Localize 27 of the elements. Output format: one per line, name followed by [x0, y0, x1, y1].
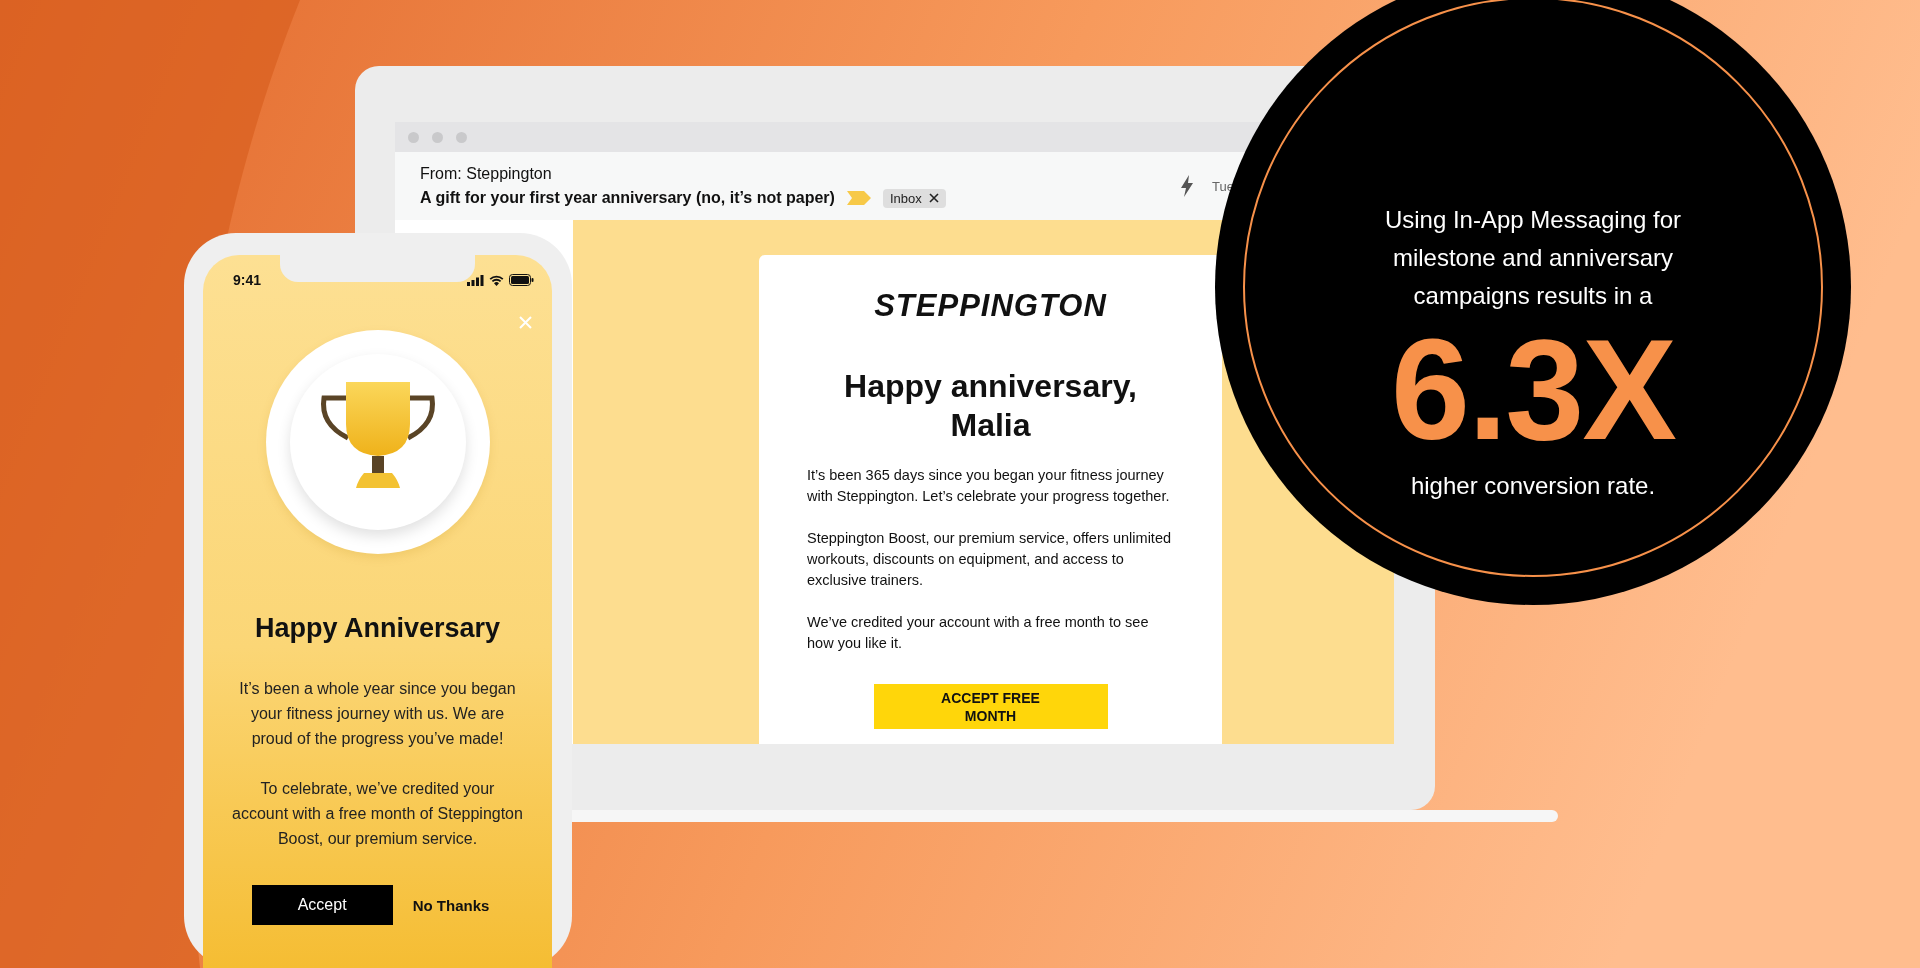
stat-figure: 6.3X — [1390, 325, 1676, 455]
email-sender: From: Steppington — [420, 164, 553, 183]
email-heading: Happy anniversary, Malia — [843, 367, 1138, 445]
email-paragraph: We’ve credited your account with a free month to see how you like it. — [807, 613, 1150, 653]
email-subject: A gift for your first year anniversary (no, it’s not paper) — [420, 189, 835, 207]
window-dot-icon — [456, 131, 467, 143]
importance-marker-icon — [846, 191, 871, 205]
window-dot-icon — [408, 131, 419, 143]
lightning-icon[interactable] — [1180, 175, 1195, 197]
status-time: 9:41 — [233, 272, 263, 288]
stat-lead-text: Using In-App Messaging for milestone and anniversary campaigns results in a — [1383, 205, 1683, 311]
email-paragraph: It’s been 365 days since you began your fitness journey with Steppington. Let’s celebrate your progress together. — [807, 466, 1171, 506]
brand-logo: STEPPINGTON — [874, 289, 1107, 323]
label-chip[interactable]: Inbox — [882, 188, 946, 208]
wifi-icon — [489, 274, 504, 286]
popup-paragraph: To celebrate, we’ve credited your account with a free month of Steppington Boost, our premium service. — [231, 779, 524, 849]
close-icon[interactable] — [928, 193, 939, 203]
no-thanks-link[interactable]: No Thanks — [412, 896, 490, 914]
popup-title: Happy Anniversary — [254, 612, 501, 644]
window-dot-icon — [432, 131, 443, 143]
accept-button[interactable]: Accept — [251, 885, 393, 925]
email-paragraph: Steppington Boost, our premium service, offers unlimited workouts, discounts on equipment, and access to exclusive trainers. — [807, 529, 1173, 590]
popup-paragraph: It’s been a whole year since you began your fitness journey with us. We are proud of the progress you’ve made! — [238, 679, 517, 749]
battery-icon — [509, 274, 534, 286]
signal-icon — [467, 274, 484, 286]
accept-button[interactable]: ACCEPT FREE MONTH — [873, 684, 1108, 729]
stat-tail-text: higher conversion rate. — [1410, 471, 1656, 501]
